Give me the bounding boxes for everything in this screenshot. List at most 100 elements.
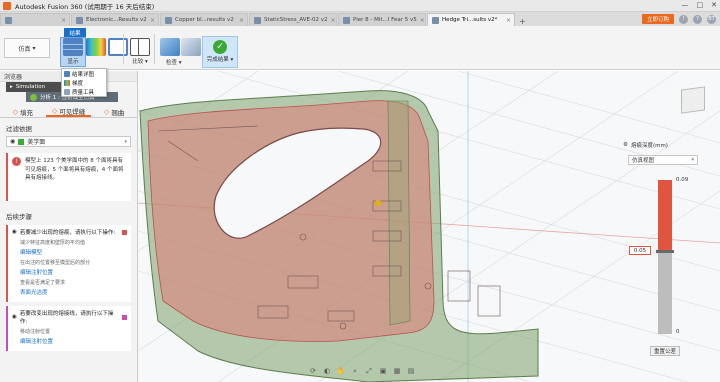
next-step-card-melt-lines: ◉ 若要减少出现的熔痕，请执行以下操作: 减少特征高度和壁厚的平均值 编辑模型 …	[6, 225, 131, 302]
look-at-icon[interactable]: ◐	[322, 367, 332, 375]
tab-visible-weld-lines[interactable]: ◇ 可见焊缝	[45, 106, 92, 117]
buy-now-button[interactable]: 立即订购	[641, 14, 674, 24]
edit-model-link[interactable]: 编辑模型	[20, 248, 127, 256]
workspace-switcher[interactable]: 仿真 ▾	[4, 38, 50, 58]
close-button[interactable]: ✕	[711, 1, 717, 9]
card-hint: 在出注的位置移至模型后的部分	[20, 260, 91, 266]
close-tab-icon[interactable]: ×	[61, 17, 66, 24]
maximize-button[interactable]: □	[697, 1, 704, 9]
doc-tab-5[interactable]: Hedge Tri...sults v2* ×	[427, 13, 515, 26]
tab-fill[interactable]: ◇ 填充	[0, 106, 46, 117]
weld-line-icon: ◇	[51, 106, 58, 115]
window-controls: — □ ✕	[682, 1, 718, 9]
filter-header: 过滤依据	[6, 125, 32, 133]
checkmark-icon: ✓	[213, 40, 227, 54]
surface-finish-link[interactable]: 表面光洁度	[20, 288, 127, 296]
legend-header: ⚙ 熔痕深度(mm)	[623, 142, 668, 149]
chevron-down-icon: ▾	[691, 157, 694, 163]
warp-icon: ◇	[103, 107, 110, 116]
fit-icon[interactable]: ⤢	[364, 367, 374, 376]
menu-item-quality-tools[interactable]: 质量工具	[62, 87, 106, 96]
aesthetic-face-swatch	[18, 138, 25, 145]
warning-message: ! 模型上 123 个美学面中的 8 个面将具有可见熔痕，5 个面将具有熔痕，4…	[6, 153, 131, 201]
tab-warp[interactable]: ◇ 翘曲	[91, 106, 137, 117]
menu-item-gradient[interactable]: 梯度	[62, 78, 106, 87]
minimize-button[interactable]: —	[682, 1, 689, 9]
export-tool[interactable]	[108, 38, 128, 56]
measure-icon	[181, 38, 201, 56]
filter-select[interactable]: ◉ 美学面 ▾	[6, 136, 131, 147]
document-icon	[343, 16, 350, 24]
grid-settings-icon[interactable]: ▦	[392, 367, 402, 375]
user-avatar[interactable]: BT	[707, 14, 716, 24]
pan-icon[interactable]: ✋	[336, 367, 346, 375]
edit-injection-location-link[interactable]: 编辑注射位置	[20, 268, 127, 276]
expand-icon[interactable]: ▸	[10, 84, 13, 90]
doc-tab-2[interactable]: Copper bl...results v2 ×	[160, 13, 248, 26]
document-icon	[165, 16, 172, 24]
close-tab-icon[interactable]: ×	[239, 17, 244, 24]
warning-icon: !	[12, 157, 21, 166]
gradient-tool[interactable]	[86, 38, 106, 56]
tab-results[interactable]: 结果	[64, 28, 86, 37]
fill-icon: ◇	[12, 107, 19, 116]
document-icon	[254, 16, 261, 24]
toolbar-divider	[123, 34, 124, 64]
document-tab-bar: × Electronic...Results v2 × Copper bl...…	[0, 12, 720, 26]
display-dropdown-menu: 结果详图 梯度 质量工具	[61, 68, 107, 97]
new-tab-button[interactable]: +	[519, 17, 526, 26]
gradient-icon	[64, 79, 70, 86]
inspect-tool-a[interactable]	[160, 38, 180, 56]
help-icon[interactable]: ?	[693, 14, 702, 24]
header-actions: 立即订购 ! ? BT	[641, 12, 720, 26]
reset-tolerance-button[interactable]: 重置公差	[650, 346, 680, 356]
melt-depth-scale[interactable]	[656, 180, 674, 334]
eye-icon[interactable]: ◉	[12, 229, 17, 235]
inspect-tool-b[interactable]	[181, 38, 201, 56]
next-step-card-weld-lines: ◉ 若要改变出现的熔接线，请执行以下操作: 移动注射位置 编辑注射位置	[6, 306, 131, 351]
threshold-input[interactable]: 0.05	[629, 246, 651, 255]
compare-icon	[130, 38, 150, 56]
compare-label: 比较 ▾	[132, 59, 148, 65]
display-tool[interactable]: 显示	[63, 38, 83, 65]
gear-icon[interactable]: ⚙	[623, 142, 628, 148]
3d-viewport[interactable]: ⚙ 熔痕深度(mm) 仿真视图 ▾ 0.09 0 0.05 重置公差 ⟳ ◐ ✋…	[138, 71, 720, 382]
close-tab-icon[interactable]: ×	[420, 17, 425, 24]
card-hint: 查看是否满足了要求	[20, 280, 66, 286]
next-steps-header: 后续步骤	[6, 213, 32, 221]
notification-icon[interactable]: !	[679, 14, 688, 24]
scale-fill	[658, 180, 672, 251]
scale-max-label: 0.09	[676, 177, 689, 183]
menu-item-result-details[interactable]: 结果详图	[62, 69, 106, 78]
color-swatch	[122, 314, 127, 320]
display-settings-icon[interactable]: ▣	[378, 367, 388, 375]
finish-results-button[interactable]: ✓ 完成结果 ▾	[202, 36, 238, 68]
view-option-select[interactable]: 仿真视图 ▾	[628, 155, 698, 165]
title-bar: Autodesk Fusion 360 (试用期于 16 天后结束) — □ ✕	[0, 0, 720, 12]
toolbar-divider	[154, 34, 155, 64]
eye-icon[interactable]: ◉	[12, 314, 17, 320]
close-tab-icon[interactable]: ×	[331, 17, 336, 24]
result-type-tabs: ◇ 填充 ◇ 可见焊缝 ◇ 翘曲	[0, 106, 137, 118]
close-tab-icon[interactable]: ×	[506, 17, 511, 24]
eye-icon[interactable]: ◉	[10, 138, 15, 145]
doc-tab-3[interactable]: StaticStress_AVE-02 v2 ×	[249, 13, 337, 26]
doc-tab-0[interactable]: ×	[0, 13, 70, 26]
zoom-icon[interactable]: ⌕	[350, 367, 360, 376]
edit-injection-location-link[interactable]: 编辑注射位置	[20, 337, 127, 345]
orbit-icon[interactable]: ⟳	[308, 367, 318, 375]
card-title: ◉ 若要改变出现的熔接线，请执行以下操作:	[12, 309, 127, 325]
molded-part-model	[139, 90, 539, 382]
threshold-handle[interactable]	[656, 250, 674, 253]
display-label: 显示	[67, 59, 79, 65]
compare-tool[interactable]: 比较 ▾	[130, 38, 150, 65]
document-icon	[432, 16, 439, 24]
card-hint: 减少特征高度和壁厚的平均值	[20, 240, 86, 246]
left-panel: 浏览器 ▸ Simulation 分析 1 : 注射成型仿真 ◇ 填充 ◇ 可见…	[0, 71, 138, 382]
close-tab-icon[interactable]: ×	[150, 17, 155, 24]
view-cube[interactable]	[681, 86, 705, 114]
doc-tab-1[interactable]: Electronic...Results v2 ×	[71, 13, 159, 26]
viewports-icon[interactable]: ▤	[406, 367, 416, 375]
doc-tab-4[interactable]: Pier 8 - Mit...I Fear 5 v5 ×	[338, 13, 426, 26]
card-title: ◉ 若要减少出现的熔痕，请执行以下操作:	[12, 228, 127, 236]
